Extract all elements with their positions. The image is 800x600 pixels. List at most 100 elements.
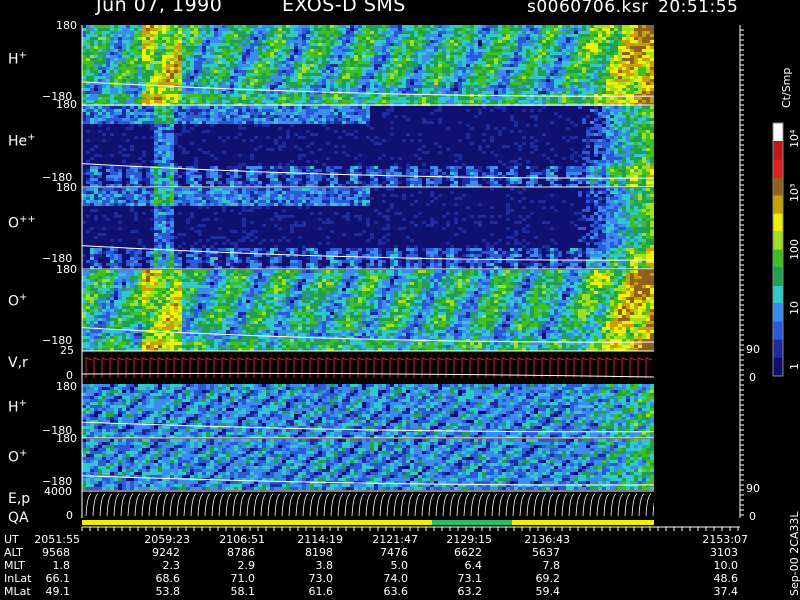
heatmap-cell: [110, 121, 114, 124]
heatmap-cell: [494, 43, 498, 46]
heatmap-cell: [410, 31, 414, 34]
heatmap-cell: [150, 118, 154, 121]
heatmap-cell: [126, 64, 130, 67]
heatmap-cell: [258, 52, 262, 55]
heatmap-cell: [506, 43, 510, 46]
heatmap-cell: [574, 61, 578, 64]
heatmap-cell: [274, 79, 278, 82]
heatmap-cell: [530, 43, 534, 46]
heatmap-cell: [454, 37, 458, 40]
heatmap-cell: [346, 40, 350, 43]
heatmap-cell: [186, 55, 190, 58]
heatmap-cell: [210, 67, 214, 70]
heatmap-cell: [138, 94, 142, 97]
heatmap-cell: [150, 169, 154, 172]
heatmap-cell: [462, 91, 466, 94]
heatmap-cell: [262, 79, 266, 82]
heatmap-cell: [606, 25, 610, 28]
heatmap-cell: [190, 88, 194, 91]
heatmap-cell: [206, 58, 210, 61]
heatmap-cell: [446, 79, 450, 82]
heatmap-cell: [318, 76, 322, 79]
heatmap-cell: [210, 154, 214, 157]
heatmap-cell: [434, 70, 438, 73]
heatmap-cell: [446, 28, 450, 31]
heatmap-cell: [170, 28, 174, 31]
heatmap-cell: [142, 112, 146, 115]
heatmap-cell: [318, 121, 322, 124]
heatmap-cell: [534, 97, 538, 100]
heatmap-cell: [422, 52, 426, 55]
heatmap-cell: [210, 91, 214, 94]
heatmap-cell: [574, 40, 578, 43]
heatmap-cell: [398, 58, 402, 61]
heatmap-cell: [574, 49, 578, 52]
heatmap-cell: [294, 121, 298, 124]
heatmap-cell: [542, 34, 546, 37]
heatmap-cell: [210, 115, 214, 118]
heatmap-cell: [206, 115, 210, 118]
heatmap-cell: [310, 61, 314, 64]
heatmap-cell: [82, 94, 86, 97]
heatmap-cell: [538, 43, 542, 46]
heatmap-cell: [150, 112, 154, 115]
heatmap-cell: [218, 175, 222, 178]
heatmap-cell: [126, 55, 130, 58]
heatmap-cell: [550, 25, 554, 28]
heatmap-cell: [394, 166, 398, 169]
heatmap-cell: [578, 67, 582, 70]
heatmap-cell: [274, 109, 278, 112]
heatmap-cell: [318, 34, 322, 37]
heatmap-cell: [330, 121, 334, 124]
heatmap-cell: [86, 115, 90, 118]
heatmap-cell: [386, 28, 390, 31]
heatmap-cell: [338, 73, 342, 76]
heatmap-cell: [218, 121, 222, 124]
heatmap-cell: [514, 100, 518, 103]
heatmap-cell: [174, 118, 178, 121]
heatmap-cell: [426, 70, 430, 73]
heatmap-cell: [314, 100, 318, 103]
heatmap-cell: [106, 88, 110, 91]
heatmap-cell: [158, 55, 162, 58]
heatmap-cell: [534, 79, 538, 82]
heatmap-cell: [566, 61, 570, 64]
heatmap-cell: [470, 91, 474, 94]
heatmap-cell: [114, 115, 118, 118]
heatmap-cell: [354, 94, 358, 97]
heatmap-cell: [590, 85, 594, 88]
heatmap-cell: [178, 70, 182, 73]
heatmap-cell: [130, 73, 134, 76]
heatmap-cell: [210, 73, 214, 76]
heatmap-cell: [286, 40, 290, 43]
heatmap-cell: [602, 61, 606, 64]
heatmap-cell: [290, 64, 294, 67]
heatmap-cell: [170, 139, 174, 142]
heatmap-cell: [266, 34, 270, 37]
heatmap-cell: [166, 172, 170, 175]
heatmap-cell: [426, 40, 430, 43]
heatmap-cell: [186, 40, 190, 43]
heatmap-cell: [474, 64, 478, 67]
heatmap-cell: [246, 70, 250, 73]
heatmap-cell: [318, 118, 322, 121]
heatmap-cell: [494, 100, 498, 103]
heatmap-cell: [118, 118, 122, 121]
heatmap-cell: [186, 100, 190, 103]
heatmap-cell: [294, 25, 298, 28]
heatmap-cell: [490, 64, 494, 67]
heatmap-cell: [210, 85, 214, 88]
heatmap-cell: [182, 91, 186, 94]
heatmap-cell: [258, 37, 262, 40]
heatmap-cell: [362, 52, 366, 55]
heatmap-cell: [394, 55, 398, 58]
heatmap-cell: [538, 31, 542, 34]
heatmap-cell: [202, 49, 206, 52]
heatmap-cell: [342, 82, 346, 85]
heatmap-cell: [94, 55, 98, 58]
heatmap-cell: [234, 106, 238, 109]
heatmap-cell: [330, 34, 334, 37]
heatmap-cell: [426, 97, 430, 100]
heatmap-cell: [146, 61, 150, 64]
heatmap-cell: [642, 37, 646, 40]
